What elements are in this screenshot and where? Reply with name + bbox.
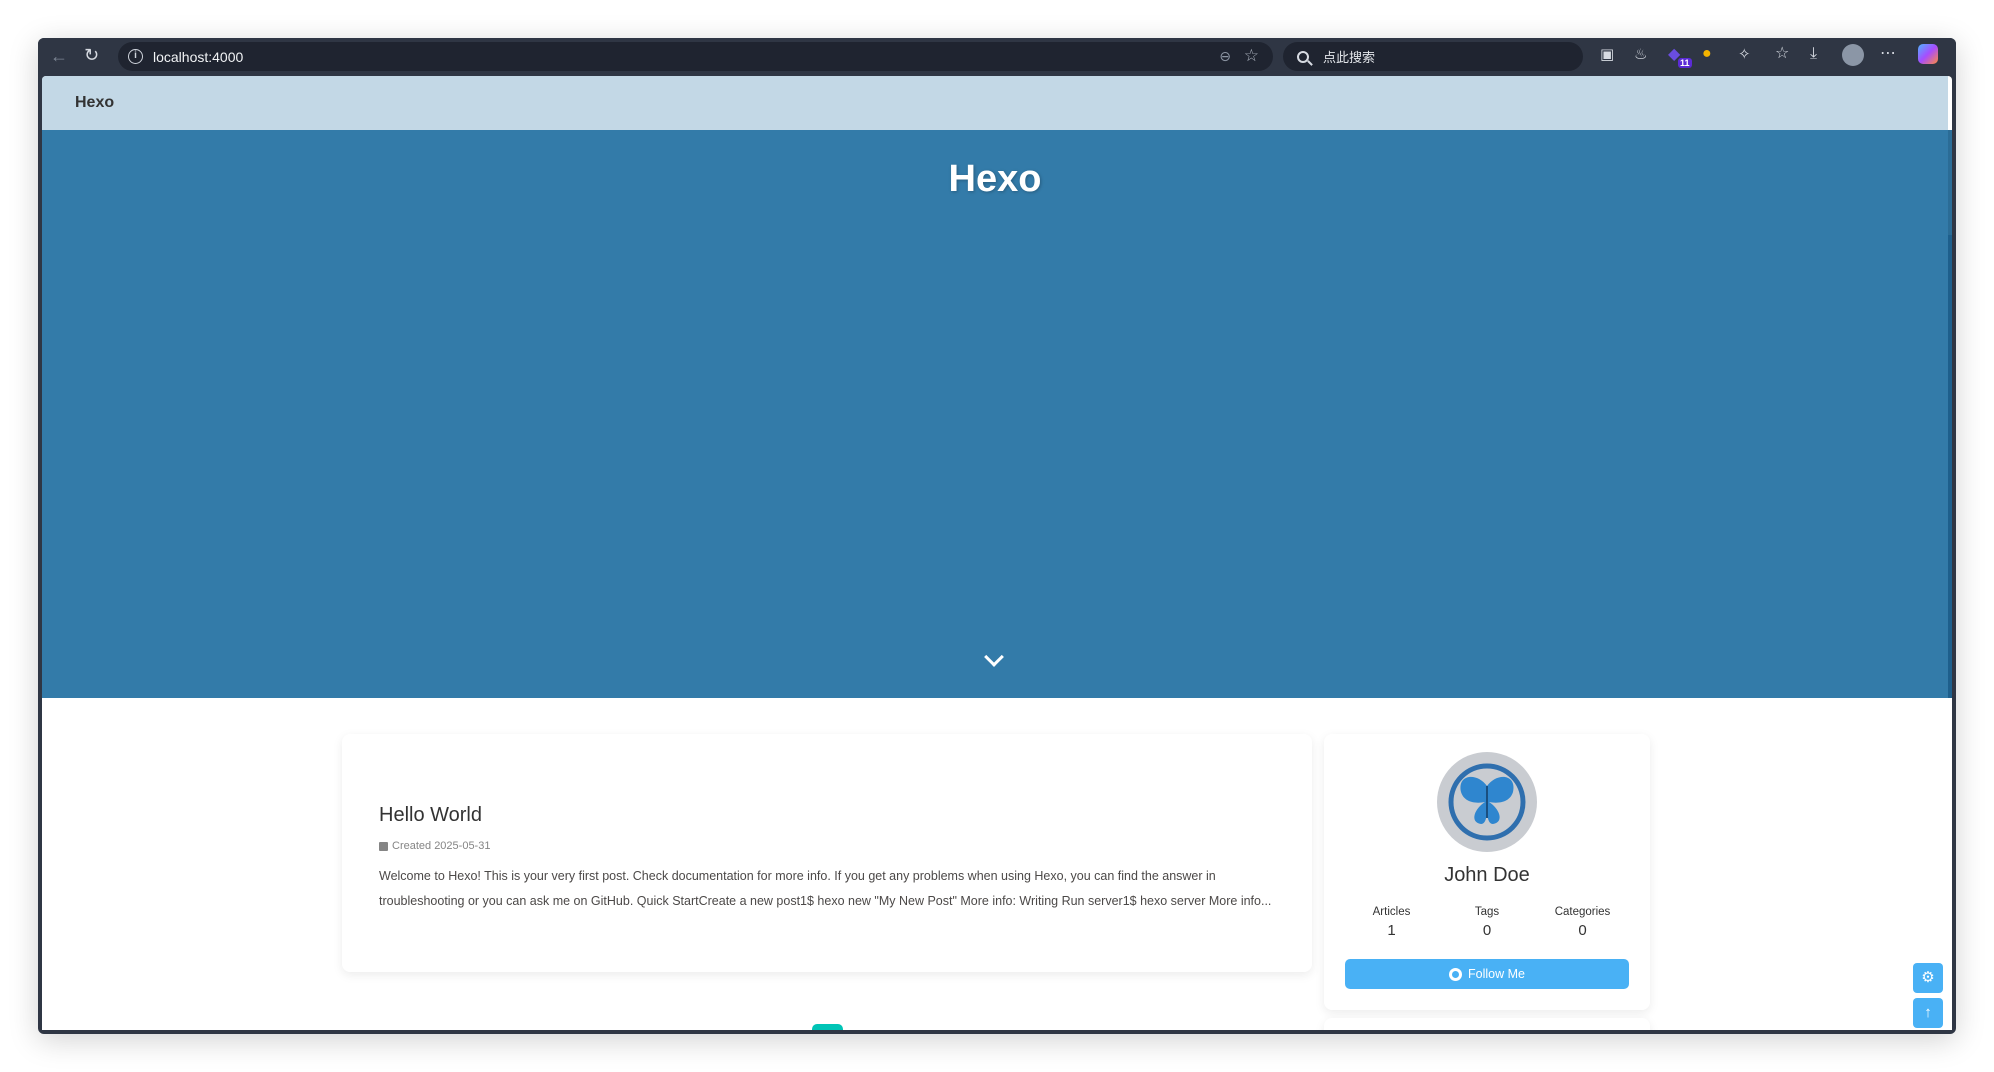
search-icon — [1297, 50, 1309, 63]
stat-value: 1 — [1387, 922, 1396, 939]
scrollbar-thumb[interactable] — [1948, 235, 1952, 698]
post-excerpt: Welcome to Hexo! This is your very first… — [379, 869, 1272, 908]
author-name: John Doe — [1444, 864, 1530, 886]
browser-toolbar: ← ↻ i localhost:4000 ⊖ ☆ 点此搜索 ▣ ♨ ◆ 11 ●… — [38, 38, 1956, 76]
extension-flame-icon[interactable]: ♨ — [1634, 47, 1647, 62]
extension-glasses-icon[interactable]: ▣ — [1600, 47, 1614, 62]
address-url[interactable]: localhost:4000 — [153, 49, 243, 65]
copilot-icon[interactable] — [1918, 44, 1938, 64]
post-meta: Created 2025-05-31 — [379, 840, 490, 852]
zoom-icon[interactable]: ⊖ — [1219, 48, 1231, 65]
butterfly-icon — [1448, 763, 1526, 841]
post-card: Hello World Created 2025-05-31 Welcome t… — [342, 734, 1312, 972]
stat-categories[interactable]: Categories 0 — [1535, 906, 1630, 939]
search-placeholder: 点此搜索 — [1323, 50, 1376, 65]
extension-badge: 11 — [1678, 58, 1692, 68]
stat-articles[interactable]: Articles 1 — [1344, 906, 1439, 939]
back-to-top-button[interactable]: ↑ — [1913, 998, 1943, 1028]
follow-label: Follow Me — [1468, 967, 1525, 981]
more-menu-icon[interactable]: ⋯ — [1880, 46, 1896, 62]
stat-value: 0 — [1482, 922, 1492, 939]
calendar-icon — [379, 841, 388, 851]
arrow-up-icon: ↑ — [1924, 1004, 1932, 1021]
download-icon[interactable]: ⤓ — [1810, 46, 1817, 62]
favorite-star-icon[interactable]: ☆ — [1244, 46, 1259, 66]
announcement-card — [1324, 1018, 1650, 1030]
extensions-icon[interactable]: ✧ — [1738, 47, 1751, 62]
web-page: Hexo Hexo Hello World Created 2025-05-31… — [42, 76, 1952, 1030]
stat-value: 0 — [1578, 922, 1587, 939]
post-title-link[interactable]: Hello World — [379, 804, 482, 827]
reload-icon[interactable]: ↻ — [84, 46, 99, 64]
stat-label: Categories — [1554, 906, 1611, 918]
site-info-icon[interactable]: i — [128, 49, 143, 64]
author-card: John Doe Articles 1 Tags 0 Categories 0 … — [1324, 734, 1650, 1010]
page-scrollbar[interactable] — [1948, 130, 1952, 698]
settings-button[interactable]: ⚙ — [1913, 963, 1943, 993]
chevron-down-icon[interactable] — [984, 647, 1004, 667]
extension-color-icon[interactable]: ● — [1702, 46, 1712, 62]
browser-window: ← ↻ i localhost:4000 ⊖ ☆ 点此搜索 ▣ ♨ ◆ 11 ●… — [38, 38, 1956, 1034]
site-brand-link[interactable]: Hexo — [75, 94, 114, 112]
stat-label: Tags — [1474, 906, 1500, 918]
follow-me-button[interactable]: Follow Me — [1345, 959, 1629, 989]
hero-title: Hexo — [948, 158, 1042, 200]
favorites-icon[interactable]: ☆ — [1775, 46, 1789, 62]
author-stats: Articles 1 Tags 0 Categories 0 — [1344, 906, 1630, 939]
address-bar[interactable]: i localhost:4000 ⊖ ☆ — [118, 42, 1273, 71]
pagination-current-page[interactable]: 1 — [812, 1024, 843, 1030]
post-date: Created 2025-05-31 — [392, 840, 491, 852]
stat-label: Articles — [1372, 906, 1411, 918]
site-navbar: Hexo — [42, 76, 1948, 130]
browser-search-box[interactable]: 点此搜索 — [1283, 42, 1583, 71]
author-avatar — [1437, 752, 1537, 852]
hero-banner: Hexo — [42, 130, 1948, 698]
github-icon — [1449, 967, 1463, 981]
profile-avatar[interactable] — [1842, 44, 1864, 66]
gear-icon: ⚙ — [1921, 969, 1935, 986]
back-icon[interactable]: ← — [50, 47, 68, 65]
stat-tags[interactable]: Tags 0 — [1440, 906, 1535, 939]
